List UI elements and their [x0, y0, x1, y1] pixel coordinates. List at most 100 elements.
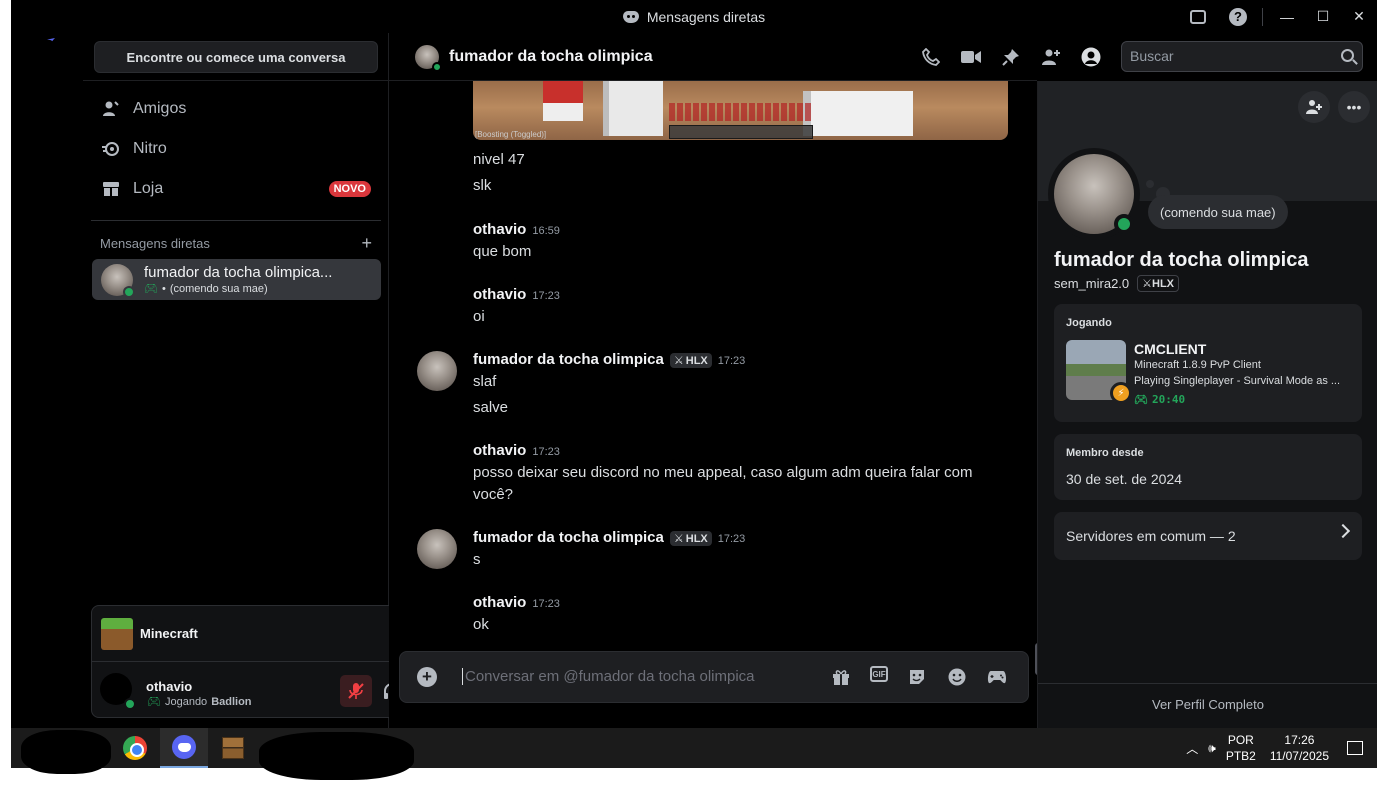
mutual-servers-card[interactable]: Servidores em comum — 2 — [1054, 512, 1362, 560]
clan-tag[interactable]: ⚔︎HLX — [669, 531, 712, 546]
chat-header: fumador da tocha olimpica Buscar — [389, 33, 1377, 81]
sword-icon: ⚔︎ — [1142, 278, 1153, 290]
search-placeholder: Buscar — [1130, 48, 1174, 64]
profile-footer-divider — [1038, 683, 1377, 684]
voice-call-icon[interactable] — [920, 46, 942, 68]
message-header: othavio 17:23 — [473, 442, 560, 459]
sidebar-item-label: Nitro — [133, 140, 167, 157]
avatar — [101, 264, 135, 298]
message-author[interactable]: othavio — [473, 594, 526, 611]
sidebar-item-nitro[interactable]: Nitro — [91, 131, 381, 167]
lightning-badge-icon: ⚡ — [1110, 382, 1132, 404]
taskbar-chrome[interactable] — [111, 728, 159, 768]
system-tray: ︿ 🕪︎ POR PTB2 17:26 11/07/2025 — [1186, 728, 1377, 768]
message-header: othavio 17:23 — [473, 286, 560, 303]
chat-recipient-name[interactable]: fumador da tocha olimpica — [449, 48, 653, 66]
more-options-button[interactable]: ••• — [1338, 91, 1370, 123]
image-content — [669, 125, 813, 139]
avatar[interactable] — [417, 280, 457, 320]
gif-icon[interactable]: GIF — [870, 666, 888, 682]
profile-display-name: fumador da tocha olimpica — [1054, 249, 1309, 271]
search-input[interactable]: Buscar — [1121, 41, 1363, 72]
redaction-mark — [21, 730, 111, 774]
add-friend-button[interactable] — [1298, 91, 1330, 123]
message-author[interactable]: fumador da tocha olimpica — [473, 529, 664, 546]
dm-item-status-text: (comendo sua mae) — [169, 282, 268, 295]
message-text: oi — [473, 308, 485, 325]
dm-sidebar: Encontre ou comece uma conversa Amigos N… — [23, 33, 453, 728]
image-content — [603, 81, 663, 136]
message-author[interactable]: othavio — [473, 221, 526, 238]
message-text: s — [473, 551, 481, 568]
member-since-title: Membro desde — [1066, 447, 1144, 459]
keyboard-layout: PTB2 — [1225, 749, 1256, 763]
dm-header-label: Mensagens diretas — [100, 236, 210, 251]
sidebar-item-friends[interactable]: Amigos — [91, 91, 381, 127]
gift-icon[interactable] — [830, 666, 852, 688]
close-button[interactable]: ✕ — [1341, 8, 1377, 25]
clock[interactable]: 17:26 11/07/2025 — [1270, 732, 1329, 764]
clock-date: 11/07/2025 — [1269, 749, 1329, 763]
add-friends-to-dm-icon[interactable] — [1040, 46, 1062, 68]
dm-list-item[interactable]: fumador da tocha olimpica... 🎮︎ • (comen… — [92, 259, 381, 300]
avatar — [415, 45, 442, 72]
avatar[interactable] — [417, 351, 457, 391]
minecraft-block-icon — [101, 618, 133, 650]
taskbar-discord[interactable] — [160, 728, 208, 768]
status-prefix: Jogando — [164, 695, 208, 708]
image-caption: [Boosting (Toggled)] — [475, 130, 547, 139]
new-badge: NOVO — [328, 181, 371, 197]
view-full-profile-link[interactable]: Ver Perfil Completo — [1038, 697, 1377, 712]
activities-gamepad-icon[interactable] — [986, 666, 1008, 688]
inbox-icon[interactable] — [1190, 9, 1206, 24]
message-text: você? — [473, 486, 514, 503]
message-text: slk — [473, 177, 492, 194]
message-text: slaf — [473, 373, 497, 390]
activity-elapsed: 🎮︎ 20:40 — [1134, 393, 1185, 406]
message-input[interactable]: Conversar em @fumador da tocha olimpica — [462, 668, 755, 685]
sidebar-item-label: Loja — [133, 180, 164, 197]
maximize-button[interactable]: ☐ — [1305, 8, 1341, 25]
add-friend-icon — [1306, 100, 1322, 114]
profile-username-row: sem_mira2.0 ⚔︎HLX — [1054, 275, 1180, 292]
avatar[interactable] — [417, 529, 457, 569]
pin-icon[interactable] — [1000, 46, 1022, 68]
gamepad-icon: 🎮︎ — [1134, 393, 1148, 406]
message-author[interactable]: othavio — [473, 286, 526, 303]
message-header: othavio 16:59 — [473, 221, 560, 238]
find-conversation-button[interactable]: Encontre ou comece uma conversa — [94, 41, 378, 73]
clan-tag[interactable]: ⚔︎HLX — [1137, 275, 1180, 292]
avatar[interactable] — [417, 588, 457, 628]
message-timestamp: 17:23 — [532, 290, 560, 302]
language-code: POR — [1227, 733, 1254, 747]
volume-icon[interactable]: 🕪︎ — [1208, 741, 1216, 756]
sticker-icon[interactable] — [906, 666, 928, 688]
help-icon[interactable]: ? — [1229, 7, 1247, 26]
message-text: posso deixar seu discord no meu appeal, … — [473, 464, 973, 481]
create-dm-icon[interactable]: + — [361, 233, 372, 254]
taskbar-minecraft[interactable] — [209, 728, 257, 768]
emoji-icon[interactable] — [946, 666, 968, 688]
video-call-icon[interactable] — [960, 46, 982, 68]
message-composer: + Conversar em @fumador da tocha olimpic… — [399, 651, 1029, 703]
notifications-icon[interactable] — [1347, 741, 1363, 755]
sidebar-item-shop[interactable]: Loja NOVO — [91, 171, 381, 207]
minimize-button[interactable]: — — [1269, 9, 1305, 25]
upload-plus-icon[interactable]: + — [417, 667, 437, 687]
message-timestamp: 17:23 — [717, 533, 746, 545]
message-author[interactable]: fumador da tocha olimpica — [473, 351, 664, 368]
input-language[interactable]: POR PTB2 — [1226, 732, 1256, 764]
muted-mic-icon — [348, 683, 364, 699]
more-dots-icon: ••• — [1346, 99, 1362, 115]
discord-logo-icon — [622, 10, 639, 23]
user-profile-icon[interactable] — [1080, 46, 1102, 68]
image-attachment[interactable]: [Boosting (Toggled)] — [473, 81, 1008, 140]
custom-status-bubble: (comendo sua mae) — [1148, 195, 1288, 229]
message-timestamp: 16:59 — [532, 225, 560, 237]
clan-tag[interactable]: ⚔︎HLX — [669, 353, 712, 368]
avatar[interactable] — [417, 215, 457, 255]
mute-button[interactable] — [340, 675, 372, 707]
avatar[interactable] — [417, 436, 457, 476]
message-author[interactable]: othavio — [473, 442, 526, 459]
tray-chevron-up-icon[interactable]: ︿ — [1186, 740, 1198, 757]
